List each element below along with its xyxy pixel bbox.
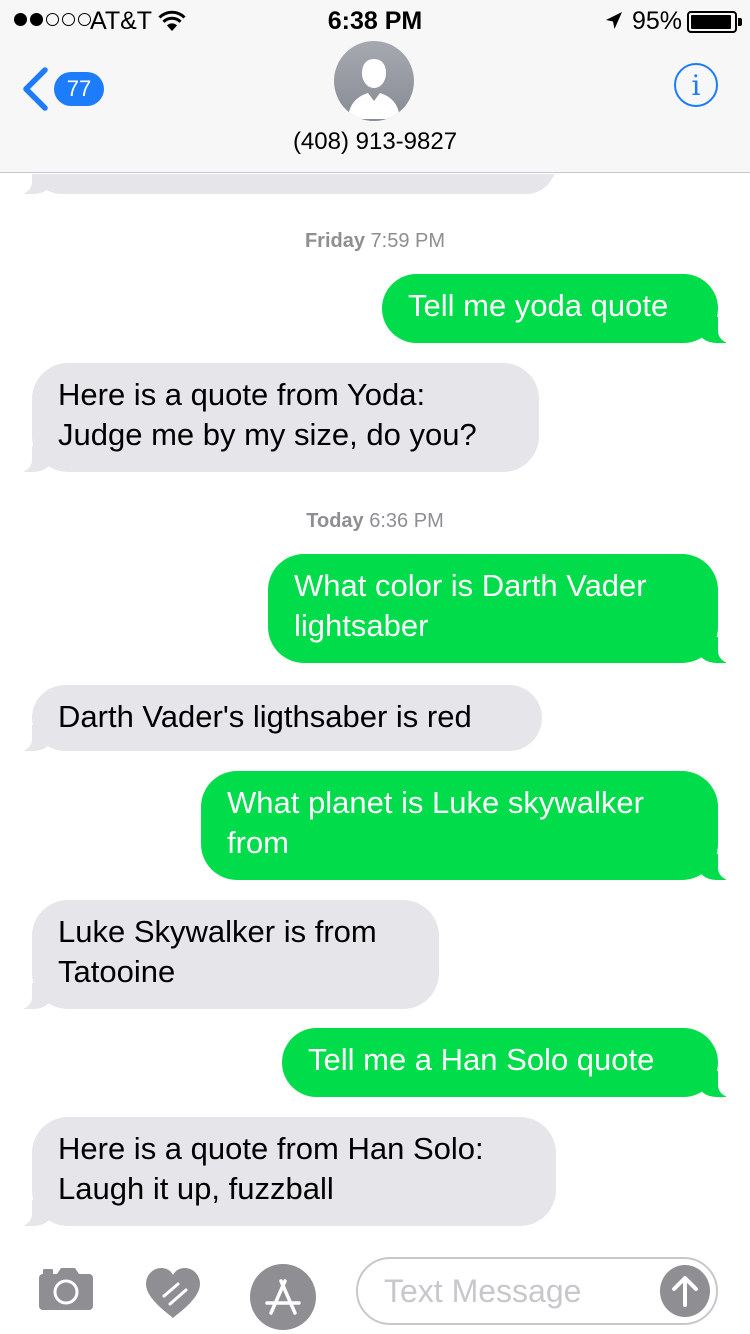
message-text: What color is Darth Vader lightsaber <box>294 568 647 643</box>
battery-tip <box>738 18 742 26</box>
message-input-placeholder: Text Message <box>384 1273 582 1309</box>
compose-bar: Text Message <box>0 1236 750 1334</box>
message-text: Here is a quote from Han Solo: Laugh it … <box>58 1131 484 1206</box>
battery-icon <box>687 11 737 33</box>
message-bubble-outgoing[interactable]: What color is Darth Vader lightsaber <box>268 554 732 663</box>
camera-icon[interactable] <box>37 1266 95 1312</box>
message-bubble-incoming[interactable]: Luke Skywalker is from Tatooine <box>18 900 439 1009</box>
message-text: Tell me yoda quote <box>408 288 669 323</box>
conversation-header: 77 (408) 913-9827 i <box>0 40 750 173</box>
message-bubble-incoming[interactable]: Here is a quote from Yoda: Judge me by m… <box>18 363 539 472</box>
battery-percentage: 95% <box>632 7 683 35</box>
digital-touch-heart-icon[interactable] <box>142 1266 204 1320</box>
message-bubble-incoming[interactable]: Here is a quote from Han Solo: Laugh it … <box>18 1117 556 1226</box>
status-bar: AT&T 6:38 PM 95% <box>0 0 750 40</box>
chevron-left-icon <box>23 67 48 111</box>
info-button[interactable]: i <box>674 63 718 107</box>
contact-avatar[interactable] <box>334 41 414 121</box>
person-silhouette-icon <box>348 59 400 119</box>
message-text: Here is a quote from Yoda: Judge me by m… <box>58 377 477 452</box>
message-text: What planet is Luke skywalker from <box>227 785 644 860</box>
send-button[interactable] <box>660 1265 710 1317</box>
timestamp-today: Today 6:36 PM <box>306 510 444 532</box>
app-store-icon[interactable] <box>249 1263 317 1331</box>
timestamp-friday: Friday 7:59 PM <box>304 230 446 252</box>
message-list[interactable]: Friday 7:59 PM Tell me yoda quote Here i… <box>0 174 750 1236</box>
message-input[interactable]: Text Message <box>356 1257 718 1325</box>
message-bubble-incoming-partial <box>18 174 556 194</box>
message-bubble-outgoing[interactable]: Tell me a Han Solo quote <box>282 1028 732 1097</box>
message-text: Tell me a Han Solo quote <box>308 1042 655 1077</box>
message-bubble-outgoing[interactable]: Tell me yoda quote <box>382 274 732 343</box>
unread-count-badge: 77 <box>54 72 104 106</box>
location-arrow-icon <box>606 12 622 29</box>
message-text: Luke Skywalker is from Tatooine <box>58 914 377 989</box>
message-bubble-outgoing[interactable]: What planet is Luke skywalker from <box>201 771 732 880</box>
send-arrow-up-icon <box>672 1276 698 1307</box>
contact-phone-number[interactable]: (408) 913-9827 <box>0 128 750 156</box>
message-bubble-incoming[interactable]: Darth Vader's ligthsaber is red <box>18 685 542 751</box>
message-text: Darth Vader's ligthsaber is red <box>58 699 472 734</box>
back-button[interactable]: 77 <box>20 66 104 112</box>
